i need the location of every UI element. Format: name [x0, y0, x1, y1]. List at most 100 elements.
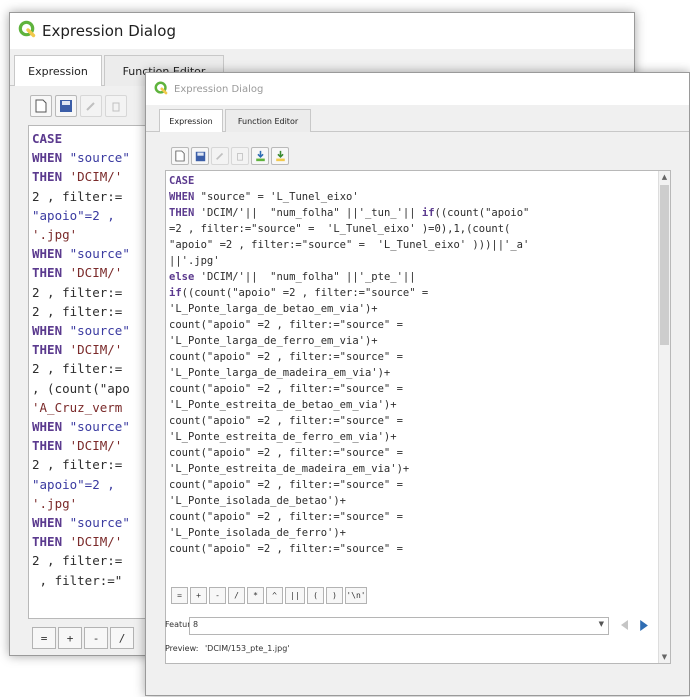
code-token: "source" — [62, 150, 130, 166]
new-file-icon — [35, 99, 47, 113]
code-token: 'L_Ponte_isolada_de_ferro')+ — [169, 527, 347, 539]
new-file-button[interactable] — [171, 147, 189, 165]
save-icon — [60, 100, 72, 112]
code-line: CASE — [169, 173, 670, 189]
operator-equals-button[interactable]: = — [171, 587, 188, 604]
save-button[interactable] — [55, 95, 77, 117]
code-token: "source" = 'L_Tunel_eixo' — [194, 191, 359, 203]
code-token: if — [421, 207, 435, 219]
code-vertical-scrollbar[interactable]: ▲ ▼ — [658, 171, 670, 663]
edit-icon — [86, 102, 95, 111]
code-token: count("apoio" =2 , filter:="source" = — [169, 415, 403, 427]
front-tabbar: Expression Function Editor — [146, 109, 689, 132]
code-token: WHEN — [169, 191, 195, 203]
code-token: count("apoio" =2 , filter:="source" = — [169, 383, 403, 395]
code-token: 'DCIM/' — [62, 265, 123, 281]
operator-multiply-button[interactable]: * — [247, 587, 264, 604]
code-token: THEN — [32, 534, 63, 550]
operator-label: = — [177, 591, 182, 600]
export-button[interactable] — [271, 147, 289, 165]
code-line: 'L_Ponte_larga_de_betao_em_via')+ — [169, 301, 670, 317]
code-token: 2 , filter:= — [32, 457, 123, 473]
code-token: count("apoio" =2 , filter:="source" = — [169, 511, 403, 523]
code-token: 'DCIM/' — [62, 534, 123, 550]
code-token: "source" — [62, 323, 130, 339]
operator-equals-button[interactable]: = — [32, 627, 56, 649]
operator-plus-button[interactable]: + — [190, 587, 207, 604]
edit-button[interactable] — [211, 147, 229, 165]
code-token: THEN — [32, 265, 63, 281]
operator-divide-button[interactable]: / — [228, 587, 245, 604]
operator-power-button[interactable]: ^ — [266, 587, 283, 604]
back-operator-bar: = + - / — [32, 627, 134, 649]
import-button[interactable] — [251, 147, 269, 165]
tab-label: Expression — [28, 64, 88, 78]
delete-icon — [112, 102, 120, 112]
code-token: 'DCIM/' — [62, 342, 123, 358]
code-line: count("apoio" =2 , filter:="source" = — [169, 541, 670, 557]
code-line: 'L_Ponte_isolada_de_betao')+ — [169, 493, 670, 509]
code-token: WHEN — [32, 150, 63, 166]
operator-close-paren-button[interactable]: ) — [326, 587, 343, 604]
preview-value: 'DCIM/153_pte_1.jpg' — [204, 644, 290, 653]
operator-concat-button[interactable]: || — [285, 587, 305, 604]
code-token: WHEN — [32, 419, 63, 435]
operator-label: + — [196, 591, 201, 600]
code-line: count("apoio" =2 , filter:="source" = — [169, 349, 670, 365]
scroll-thumb[interactable] — [660, 185, 669, 345]
code-token: else — [169, 271, 195, 283]
front-tab-function-editor[interactable]: Function Editor — [225, 109, 311, 132]
operator-newline-button[interactable]: '\n' — [345, 587, 367, 604]
code-token: 'L_Ponte_larga_de_ferro_em_via')+ — [169, 335, 378, 347]
code-token: "apoio"=2 , — [32, 476, 115, 492]
next-feature-button[interactable] — [635, 617, 651, 633]
save-button[interactable] — [191, 147, 209, 165]
code-token: "source" — [62, 246, 130, 262]
scroll-down-arrow-icon[interactable]: ▼ — [659, 652, 670, 662]
front-expression-dialog: Expression Dialog Expression Function Ed… — [145, 72, 690, 696]
front-tab-expression[interactable]: Expression — [159, 109, 223, 132]
code-line: 'L_Ponte_larga_de_ferro_em_via')+ — [169, 333, 670, 349]
code-token: 'A_Cruz_verm — [32, 399, 123, 415]
code-token: 2 , filter:= — [32, 303, 123, 319]
code-token: CASE — [32, 131, 63, 146]
operator-open-paren-button[interactable]: ( — [307, 587, 324, 604]
delete-button[interactable] — [105, 95, 127, 117]
save-icon — [195, 151, 205, 161]
code-token: 'DCIM/'|| "num_folha" ||'_tun_'|| — [194, 207, 422, 219]
tab-label: Expression — [169, 116, 213, 126]
code-token: ||'.jpg' — [169, 255, 220, 267]
operator-label: / — [234, 591, 239, 600]
code-token: , (count("apo — [32, 380, 130, 396]
code-token: 'DCIM/'|| "num_folha" ||'_pte_'|| — [194, 271, 416, 283]
edit-button[interactable] — [80, 95, 102, 117]
code-line: count("apoio" =2 , filter:="source" = — [169, 413, 670, 429]
code-token: 'L_Ponte_estreita_de_ferro_em_via')+ — [169, 431, 397, 443]
code-token: '.jpg' — [32, 495, 78, 511]
code-line: else 'DCIM/'|| "num_folha" ||'_pte_'|| — [169, 269, 670, 285]
scroll-up-arrow-icon[interactable]: ▲ — [659, 172, 670, 182]
back-tab-expression[interactable]: Expression — [14, 55, 102, 86]
operator-label: - — [215, 591, 220, 600]
code-line: 'L_Ponte_larga_de_madeira_em_via')+ — [169, 365, 670, 381]
operator-minus-button[interactable]: - — [209, 587, 226, 604]
chevron-down-icon: ▼ — [598, 620, 604, 628]
code-token: WHEN — [32, 323, 63, 339]
export-icon — [275, 150, 285, 162]
operator-plus-button[interactable]: + — [58, 627, 82, 649]
delete-icon — [237, 153, 243, 161]
code-token: CASE — [169, 175, 195, 187]
feature-combobox[interactable]: 8 ▼ — [189, 617, 609, 635]
code-token: count("apoio" =2 , filter:="source" = — [169, 447, 403, 459]
next-arrow-icon — [639, 619, 648, 631]
previous-feature-button[interactable] — [617, 617, 633, 633]
code-token: 'L_Ponte_larga_de_madeira_em_via')+ — [169, 367, 391, 379]
code-token: count("apoio" =2 , filter:="source" = — [169, 479, 403, 491]
operator-label: ) — [332, 591, 337, 600]
operator-minus-button[interactable]: - — [84, 627, 108, 649]
code-line: THEN 'DCIM/'|| "num_folha" ||'_tun_'|| i… — [169, 205, 670, 221]
new-file-button[interactable] — [30, 95, 52, 117]
operator-divide-button[interactable]: / — [110, 627, 134, 649]
code-token: 2 , filter:= — [32, 361, 123, 377]
delete-button[interactable] — [231, 147, 249, 165]
